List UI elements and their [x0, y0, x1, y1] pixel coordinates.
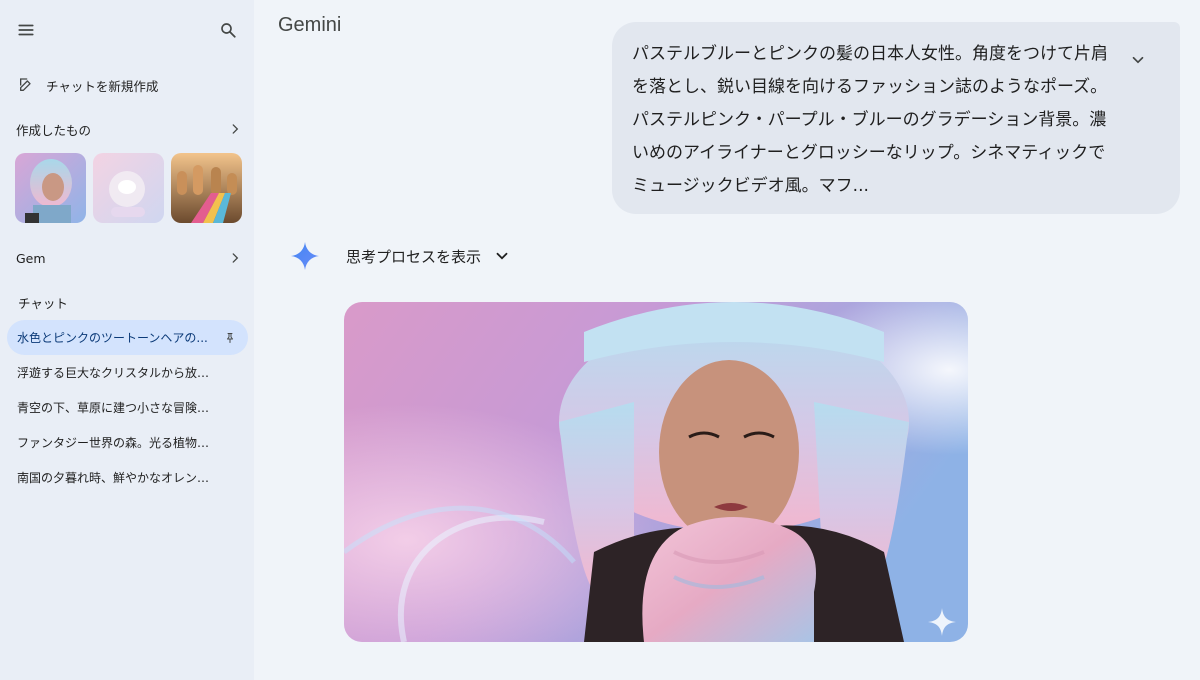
- chat-item[interactable]: 青空の下、草原に建つ小さな冒険者の...: [7, 390, 248, 425]
- chat-item-label: ファンタジー世界の森。光る植物が森...: [17, 436, 217, 450]
- chat-item[interactable]: 南国の夕暮れ時、鮮やかなオレンジと...: [7, 460, 248, 495]
- chat-item[interactable]: 浮遊する巨大なクリスタルから放たれ...: [7, 355, 248, 390]
- chat-item-label: 南国の夕暮れ時、鮮やかなオレンジと...: [17, 471, 217, 485]
- chat-list: 水色とピンクのツートーンヘアの... 浮遊する巨大なクリスタルから放たれ... …: [7, 320, 248, 495]
- edit-icon: [20, 78, 31, 91]
- gem-header[interactable]: Gem: [16, 247, 242, 269]
- chevron-down-icon: [496, 252, 508, 260]
- pin-icon[interactable]: [224, 332, 236, 344]
- user-prompt-bubble: パステルブルーとピンクの髪の日本人女性。角度をつけて片肩を落とし、鋭い目線を向け…: [612, 22, 1180, 214]
- conversation-area: Gemini パステルブルーとピンクの髪の日本人女性。角度をつけて片肩を落とし、…: [254, 0, 1200, 680]
- chats-heading: チャット: [18, 296, 68, 311]
- sidebar: チャットを新規作成 作成したもの Gem チャット 水色とピンクのツートーンヘア…: [0, 0, 254, 680]
- chat-item-label: 青空の下、草原に建つ小さな冒険者の...: [17, 401, 217, 415]
- chevron-down-icon[interactable]: [1126, 48, 1150, 72]
- creations-thumbnails: [15, 153, 242, 223]
- search-icon[interactable]: [216, 18, 240, 42]
- creations-header[interactable]: 作成したもの: [16, 118, 242, 140]
- creation-thumbnail[interactable]: [93, 153, 164, 223]
- creation-thumbnail[interactable]: [171, 153, 242, 223]
- user-prompt-text: パステルブルーとピンクの髪の日本人女性。角度をつけて片肩を落とし、鋭い目線を向け…: [632, 44, 1108, 196]
- show-thinking-button[interactable]: 思考プロセスを表示: [290, 241, 511, 271]
- chevron-right-icon: [232, 124, 239, 134]
- chevron-right-icon: [232, 253, 239, 263]
- new-chat-label: チャットを新規作成: [46, 78, 159, 94]
- chat-item[interactable]: ファンタジー世界の森。光る植物が森...: [7, 425, 248, 460]
- creations-label: 作成したもの: [16, 122, 92, 138]
- creation-thumbnail[interactable]: [15, 153, 86, 223]
- chat-item-label: 浮遊する巨大なクリスタルから放たれ...: [17, 366, 217, 380]
- menu-icon[interactable]: [14, 18, 38, 42]
- app-title: Gemini: [278, 14, 342, 36]
- chat-item-label: 水色とピンクのツートーンヘアの...: [17, 331, 208, 345]
- gemini-spark-icon: [291, 242, 319, 270]
- new-chat-button[interactable]: チャットを新規作成: [18, 74, 158, 96]
- generated-image[interactable]: [344, 302, 968, 642]
- chat-item-active[interactable]: 水色とピンクのツートーンヘアの...: [7, 320, 248, 355]
- thinking-label: 思考プロセスを表示: [346, 247, 482, 266]
- gem-label: Gem: [16, 250, 46, 266]
